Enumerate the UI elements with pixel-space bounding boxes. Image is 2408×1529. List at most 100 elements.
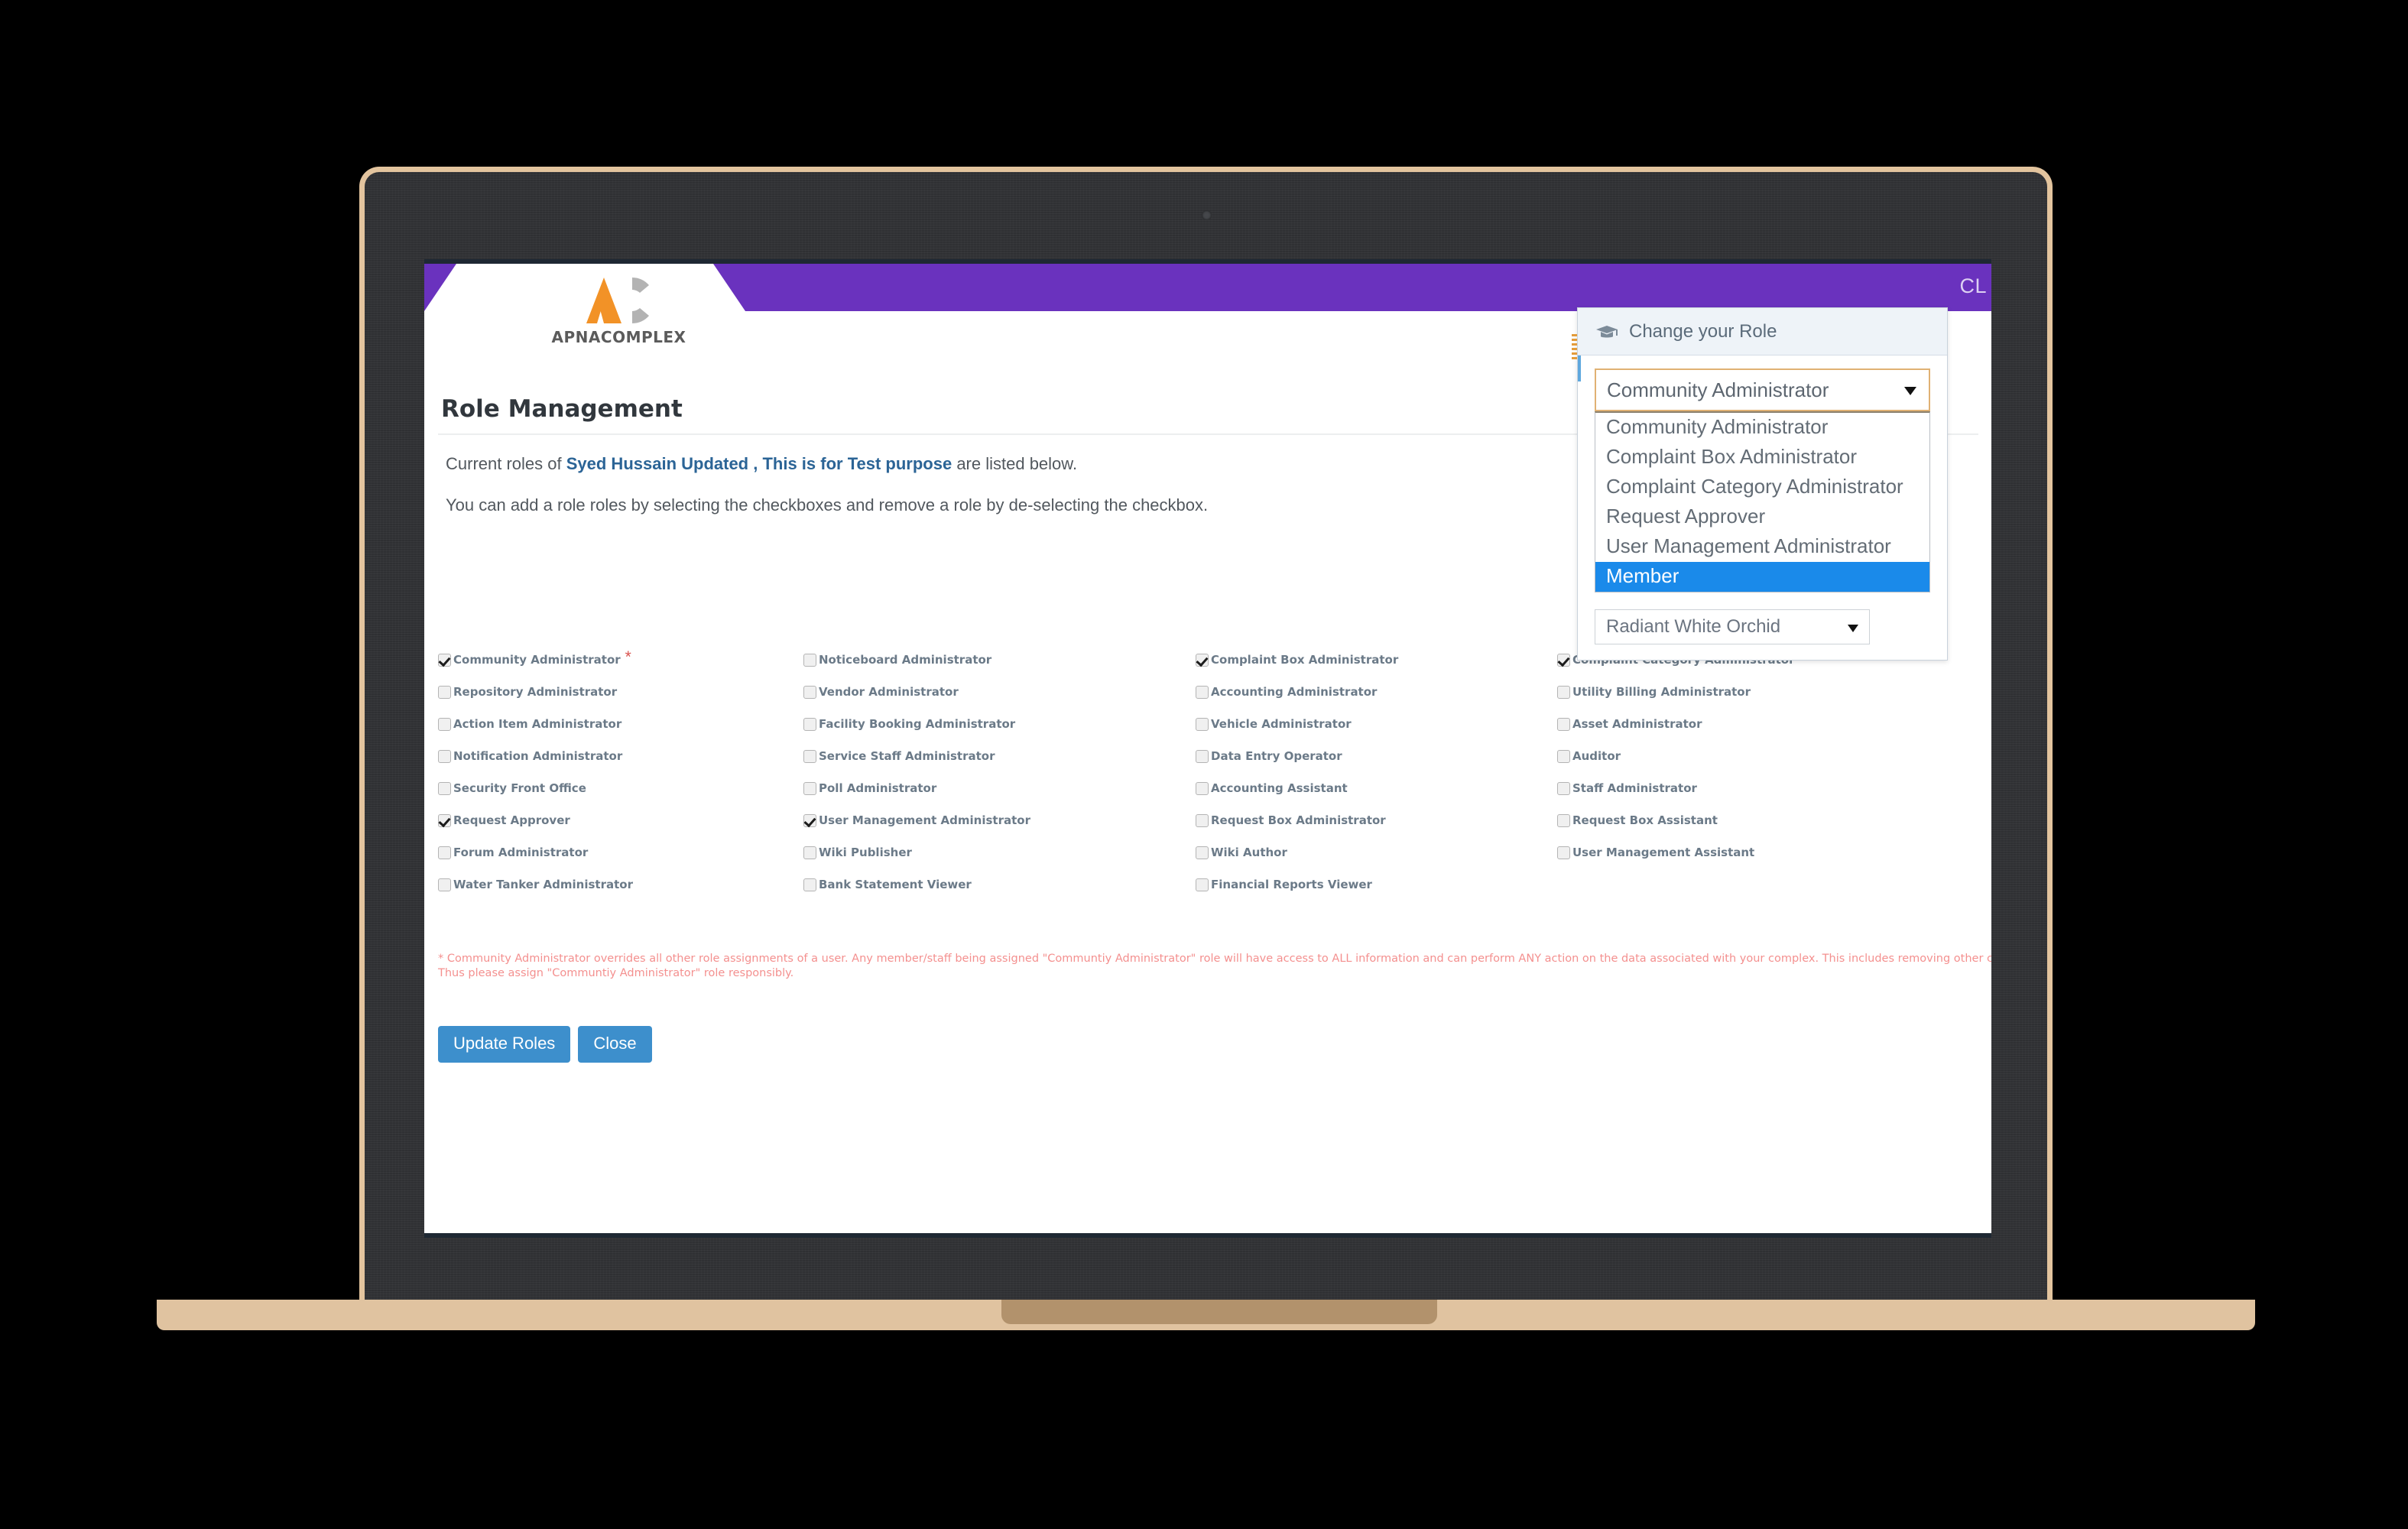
web-page: CL APNACOMPLEX Role Management Current r… [424,264,1991,1233]
role-checkbox[interactable] [1196,878,1209,891]
role-checkbox-item[interactable]: User Management Assistant [1557,846,1809,878]
role-label: Poll Administrator [819,781,937,795]
role-checkbox-item[interactable]: Forum Administrator [438,846,686,878]
role-checkbox-item[interactable]: Auditor [1557,749,1809,781]
role-checkbox-item[interactable]: Noticeboard Administrator [803,653,1079,685]
role-checkbox-item[interactable]: Asset Administrator [1557,717,1809,749]
role-checkbox-item[interactable]: Utility Billing Administrator [1557,685,1809,717]
role-checkbox-item[interactable]: Repository Administrator [438,685,686,717]
role-checkbox[interactable] [438,654,451,667]
role-label: Bank Statement Viewer [819,878,972,891]
role-checkbox[interactable] [438,814,451,827]
role-label: User Management Assistant [1572,846,1755,859]
role-checkbox-item[interactable]: Security Front Office [438,781,686,813]
role-checkbox-item[interactable]: Water Tanker Administrator [438,878,686,910]
role-checkbox-item[interactable]: Financial Reports Viewer [1196,878,1440,910]
role-checkbox-item[interactable]: Action Item Administrator [438,717,686,749]
role-checkbox[interactable] [1196,846,1209,859]
role-checkbox[interactable] [1557,782,1570,795]
role-option[interactable]: User Management Administrator [1595,532,1929,562]
role-checkbox-item[interactable]: Wiki Author [1196,846,1440,878]
update-roles-button[interactable]: Update Roles [438,1026,571,1063]
role-checkbox[interactable] [438,782,451,795]
role-checkbox-item[interactable]: Request Approver [438,813,686,846]
role-checkbox[interactable] [803,686,816,699]
screenshot-stage: CL APNACOMPLEX Role Management Current r… [0,0,2408,1529]
role-checkbox[interactable] [438,846,451,859]
role-checkbox-item[interactable]: Vendor Administrator [803,685,1079,717]
role-checkbox-item[interactable]: Facility Booking Administrator [803,717,1079,749]
chevron-down-icon [1904,387,1916,395]
role-label: Water Tanker Administrator [453,878,633,891]
role-option[interactable]: Community Administrator [1595,413,1929,443]
role-label: Vendor Administrator [819,685,959,699]
role-label: Service Staff Administrator [819,749,995,763]
drag-handle-icon[interactable] [1572,334,1577,360]
role-checkbox[interactable] [803,782,816,795]
role-label: Accounting Assistant [1211,781,1348,795]
role-checkbox-item[interactable]: Vehicle Administrator [1196,717,1440,749]
role-option[interactable]: Complaint Box Administrator [1595,443,1929,472]
role-checkbox[interactable] [803,878,816,891]
role-checkbox[interactable] [1557,750,1570,763]
role-checkbox[interactable] [1557,686,1570,699]
role-checkbox[interactable] [438,750,451,763]
role-checkbox-item[interactable]: Complaint Box Administrator [1196,653,1440,685]
role-checkbox[interactable] [1557,654,1570,667]
role-checkbox-item[interactable]: Staff Administrator [1557,781,1809,813]
role-checkbox[interactable] [1196,750,1209,763]
role-option-list[interactable]: Community Administrator Complaint Box Adm… [1595,411,1930,592]
role-checkbox[interactable] [1196,814,1209,827]
role-label: Security Front Office [453,781,586,795]
theme-select[interactable]: Radiant White Orchid [1595,609,1870,644]
topbar-right-label[interactable]: CL [1959,274,1987,298]
role-option[interactable]: Request Approver [1595,502,1929,532]
role-label: Request Box Administrator [1211,813,1386,827]
role-checkbox-item[interactable]: Wiki Publisher [803,846,1079,878]
role-select[interactable]: Community Administrator [1595,368,1930,411]
role-option[interactable]: Member [1595,562,1929,592]
role-checkbox-grid: Community Administrator * Noticeboard Admi… [438,649,1991,910]
role-checkbox[interactable] [803,750,816,763]
role-checkbox[interactable] [1196,654,1209,667]
theme-select-value: Radiant White Orchid [1606,616,1781,637]
role-checkbox[interactable] [438,718,451,731]
role-checkbox[interactable] [803,718,816,731]
role-checkbox[interactable] [1557,718,1570,731]
popover-body: Community Administrator Community Admini… [1578,355,1947,660]
laptop-lid: CL APNACOMPLEX Role Management Current r… [359,167,2053,1313]
community-admin-warning: * Community Administrator overrides all … [438,953,1991,979]
role-label: Repository Administrator [453,685,618,699]
role-label: Community Administrator [453,653,621,667]
role-label: Notification Administrator [453,749,623,763]
role-checkbox[interactable] [1557,846,1570,859]
role-checkbox[interactable] [1557,814,1570,827]
role-checkbox-item[interactable]: Community Administrator * [438,649,686,685]
role-checkbox[interactable] [438,686,451,699]
logo-icon [562,271,677,329]
role-checkbox-item[interactable]: Data Entry Operator [1196,749,1440,781]
role-label: Financial Reports Viewer [1211,878,1372,891]
role-checkbox[interactable] [438,878,451,891]
role-checkbox[interactable] [803,814,816,827]
role-checkbox-item[interactable]: Notification Administrator [438,749,686,781]
chevron-down-icon-theme [1848,625,1858,632]
role-checkbox-item[interactable]: Service Staff Administrator [803,749,1079,781]
role-checkbox-item[interactable]: Bank Statement Viewer [803,878,1079,910]
role-checkbox[interactable] [1196,686,1209,699]
role-checkbox-item[interactable]: Request Box Assistant [1557,813,1809,846]
role-checkbox[interactable] [803,654,816,667]
apnacomplex-logo[interactable]: APNACOMPLEX [518,271,720,346]
role-checkbox-item[interactable]: Request Box Administrator [1196,813,1440,846]
role-label: User Management Administrator [819,813,1030,827]
role-checkbox[interactable] [803,846,816,859]
close-button[interactable]: Close [578,1026,652,1063]
role-checkbox[interactable] [1196,718,1209,731]
role-option[interactable]: Complaint Category Administrator [1595,472,1929,502]
role-checkbox-item[interactable]: Poll Administrator [803,781,1079,813]
role-checkbox-item[interactable]: User Management Administrator [803,813,1079,846]
lead-prefix: Current roles of [446,454,566,473]
role-checkbox[interactable] [1196,782,1209,795]
role-checkbox-item[interactable]: Accounting Administrator [1196,685,1440,717]
role-checkbox-item[interactable]: Accounting Assistant [1196,781,1440,813]
